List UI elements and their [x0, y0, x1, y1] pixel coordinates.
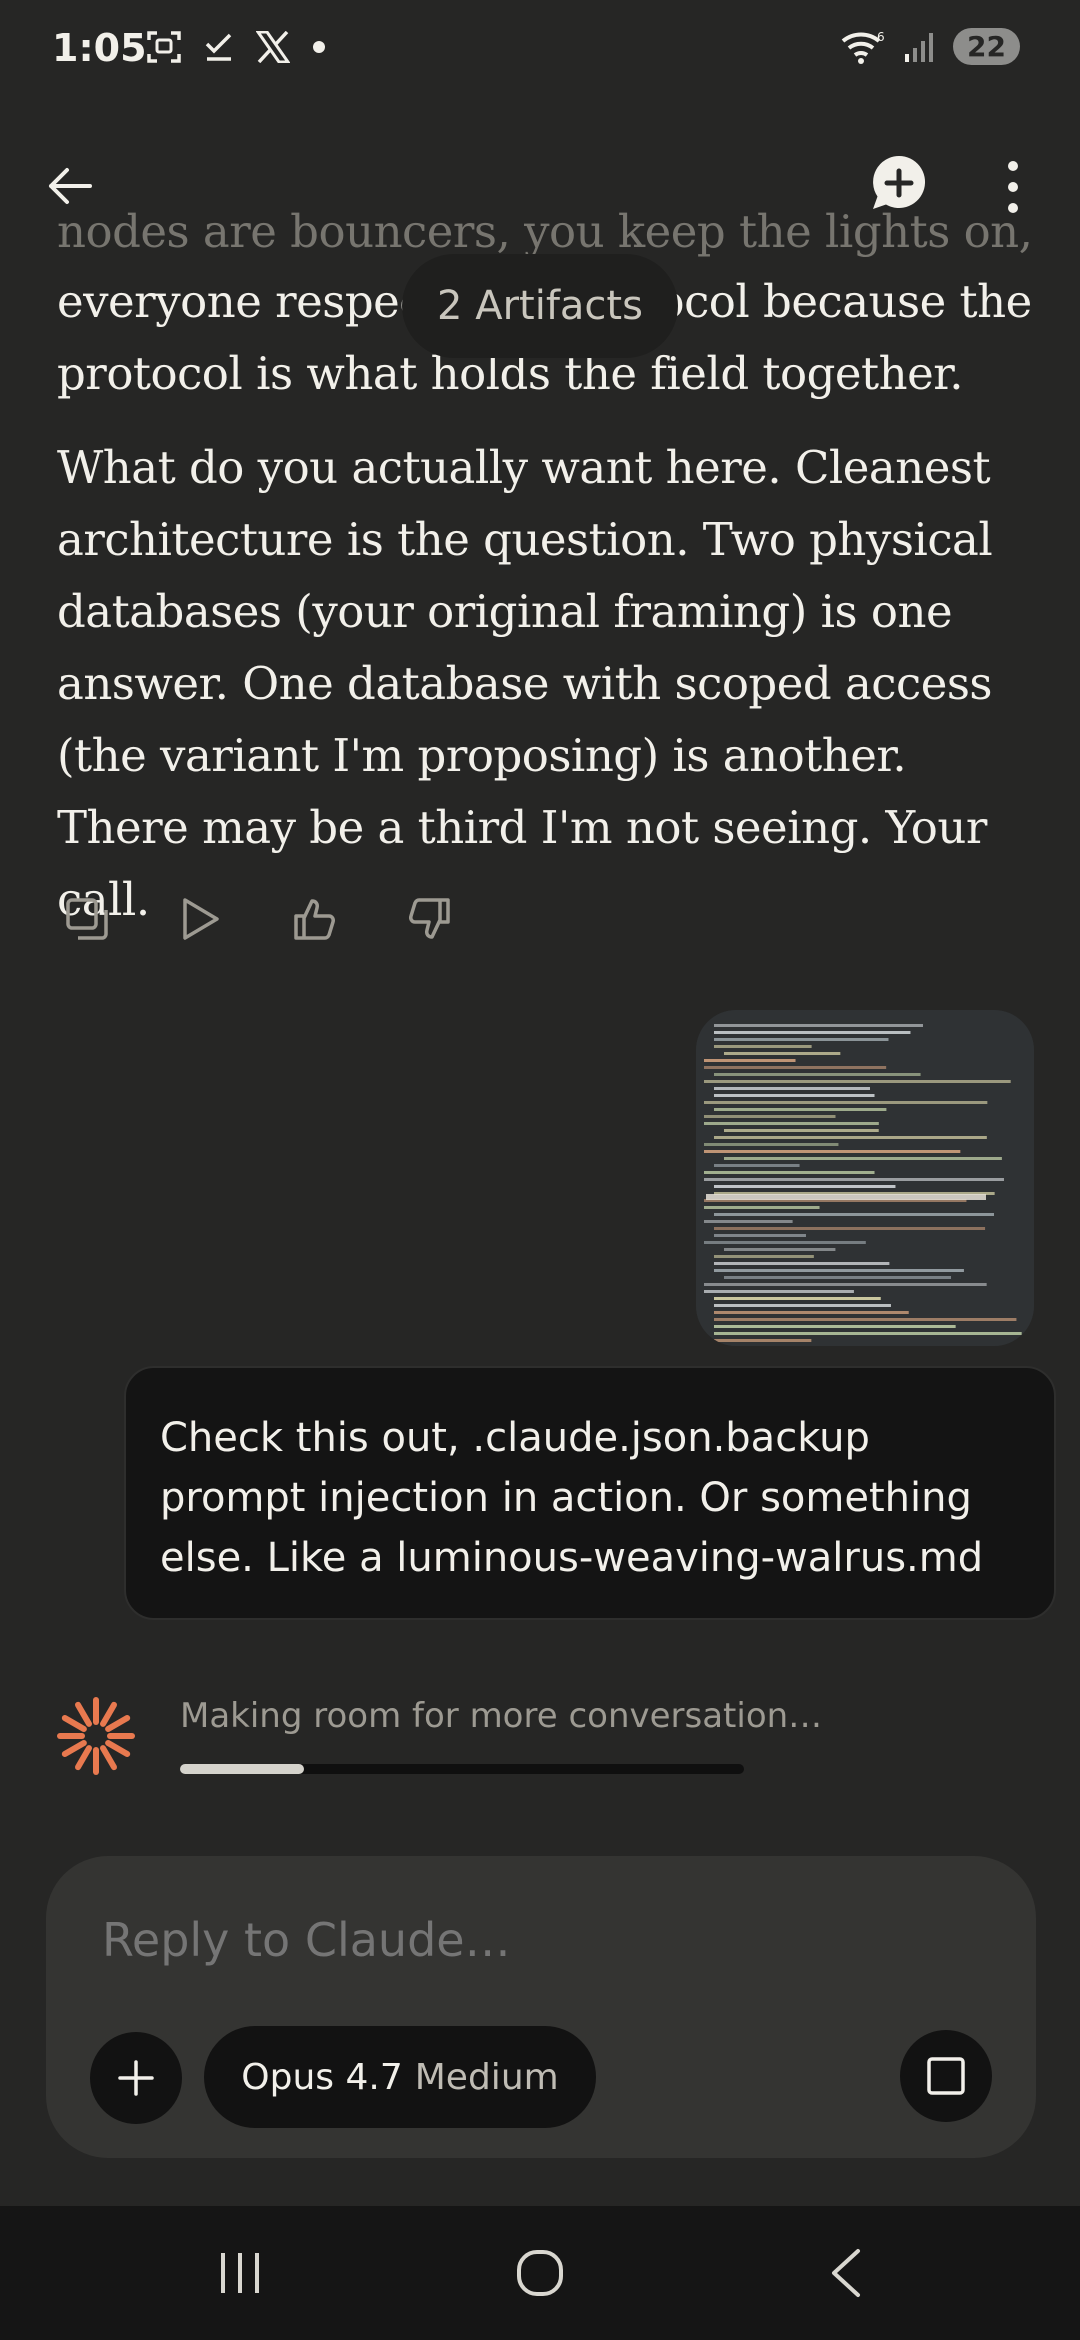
- back-button[interactable]: [40, 156, 100, 216]
- system-back-button[interactable]: [786, 2206, 906, 2340]
- wifi-label: 6: [877, 30, 885, 44]
- model-effort: Medium: [414, 2056, 559, 2098]
- battery-icon: 22: [953, 28, 1020, 65]
- recents-icon: [221, 2253, 259, 2293]
- status-notification-icons: [146, 30, 326, 64]
- system-navigation-bar: [0, 2206, 1080, 2340]
- plus-icon: [118, 2060, 154, 2096]
- new-chat-button[interactable]: [868, 152, 930, 214]
- spinner-ray: [105, 1740, 131, 1757]
- status-bar: 1:05 6 22: [0, 0, 1080, 100]
- artifacts-button[interactable]: 2 Artifacts: [402, 254, 678, 358]
- message-actions: [58, 890, 458, 948]
- reply-input[interactable]: [100, 1912, 964, 1968]
- spinner-ray: [100, 1745, 117, 1771]
- add-attachment-button[interactable]: [90, 2032, 182, 2124]
- signal-icon: [905, 32, 934, 62]
- spinner-ray: [100, 1701, 117, 1727]
- user-message-bubble: Check this out, .claude.json.backup prom…: [124, 1366, 1056, 1620]
- thumbs-up-icon: [294, 899, 335, 940]
- read-aloud-button[interactable]: [172, 890, 230, 948]
- more-options-button[interactable]: [996, 156, 1030, 218]
- play-icon: [183, 898, 219, 940]
- compaction-progress-fill: [180, 1764, 305, 1774]
- loading-spinner-icon: [57, 1697, 135, 1775]
- terminal-screenshot-image: [696, 1010, 1034, 1346]
- top-navigation: [0, 150, 1080, 220]
- message-paragraph: What do you actually want here. Cleanest…: [57, 441, 993, 926]
- spinner-ray: [75, 1701, 92, 1727]
- home-button[interactable]: [480, 2206, 600, 2340]
- status-time: 1:05: [52, 26, 147, 70]
- model-name: Opus 4.7: [241, 2056, 403, 2098]
- stop-icon: [927, 2057, 965, 2095]
- check-download-icon: [205, 33, 232, 61]
- new-chat-icon: [873, 155, 926, 209]
- copy-icon: [66, 898, 108, 940]
- recents-button[interactable]: [180, 2206, 300, 2340]
- wifi-icon: 6: [841, 30, 885, 64]
- more-vertical-icon: [1008, 161, 1018, 213]
- home-icon: [517, 2250, 563, 2296]
- composer: Opus 4.7 Medium: [46, 1856, 1036, 2158]
- back-arrow-icon: [49, 168, 92, 204]
- screenshot-icon: [147, 31, 181, 63]
- thumbs-down-button[interactable]: [400, 890, 458, 948]
- thumbs-down-icon: [409, 898, 450, 939]
- compaction-progress-bar: [180, 1764, 744, 1774]
- spinner-ray: [61, 1715, 87, 1732]
- thumbs-up-button[interactable]: [286, 890, 344, 948]
- compaction-status: Making room for more conversation…: [180, 1696, 823, 1736]
- copy-button[interactable]: [58, 890, 116, 948]
- attached-image[interactable]: [696, 1010, 1034, 1346]
- back-icon: [832, 2249, 860, 2297]
- spinner-ray: [61, 1740, 87, 1757]
- spinner-ray: [75, 1745, 92, 1771]
- status-system-icons: 6 22: [841, 28, 1020, 65]
- stop-button[interactable]: [900, 2030, 992, 2122]
- x-logo-icon: [256, 31, 290, 63]
- dot-icon: [313, 41, 325, 53]
- model-selector[interactable]: Opus 4.7 Medium: [204, 2026, 596, 2128]
- spinner-ray: [105, 1715, 131, 1732]
